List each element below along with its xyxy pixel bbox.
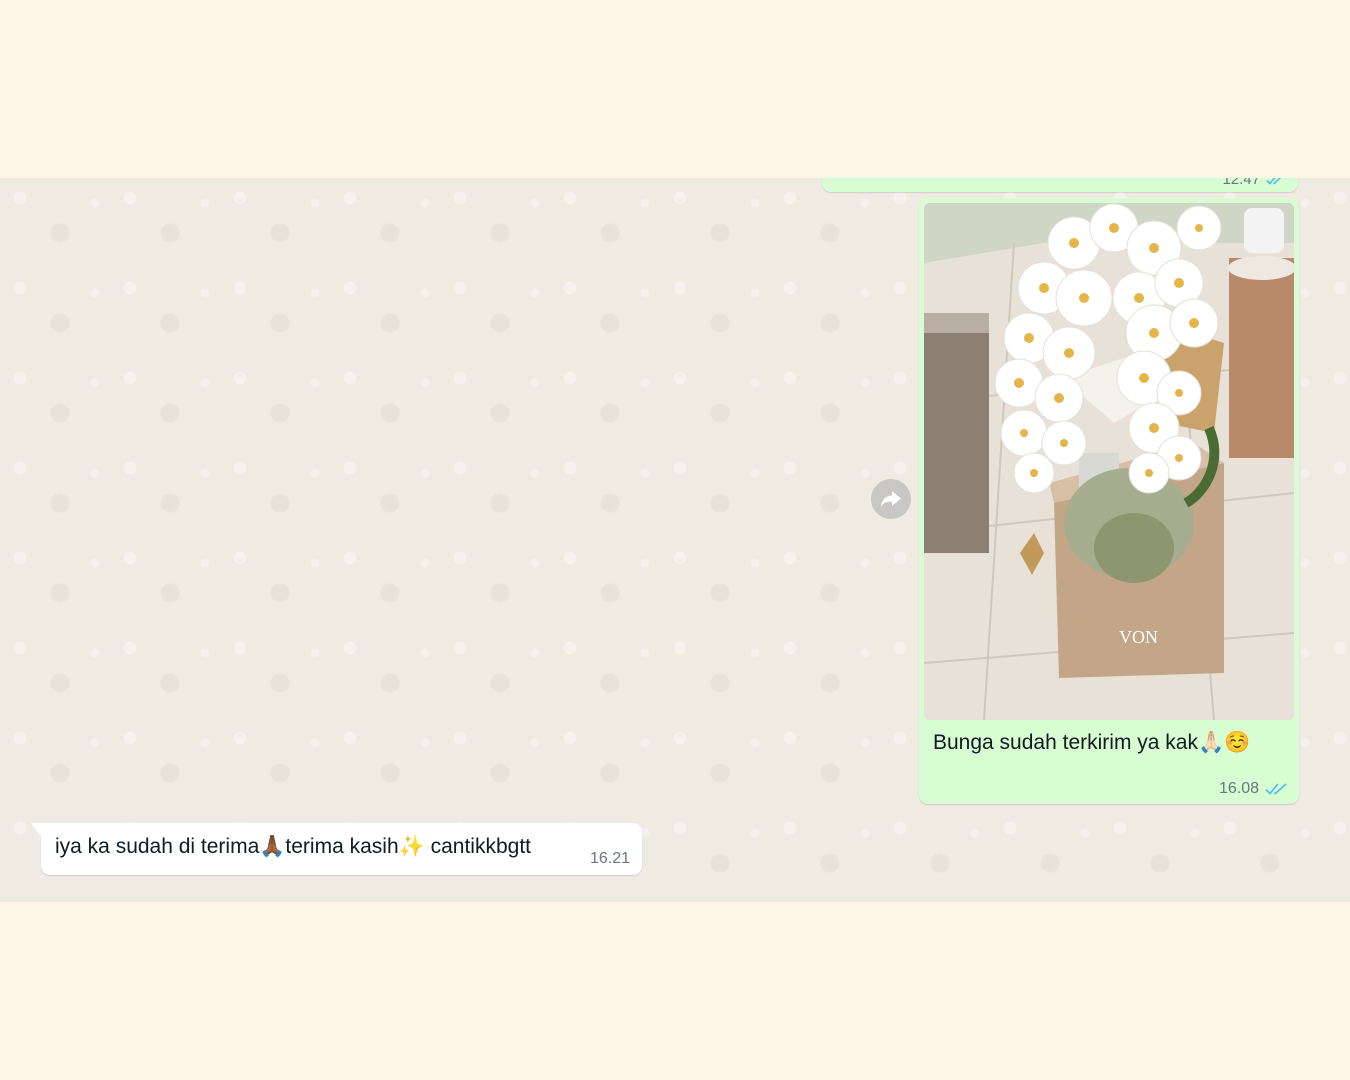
outgoing-photo-message[interactable]: VON Bunga sudah terkirim ya kak🙏🏻☺️ 16.0… <box>919 198 1299 804</box>
photo-caption: Bunga sudah terkirim ya kak🙏🏻☺️ <box>933 731 1251 754</box>
box-label: VON <box>1119 627 1158 647</box>
previous-message-time: 12.47 <box>1222 178 1260 188</box>
bubble-tail <box>31 823 41 837</box>
read-receipt-icon <box>1265 782 1287 796</box>
screenshot-frame: 12.47 VON Bunga sudah terkirim ya kak🙏🏻☺… <box>0 0 1350 1080</box>
previous-outgoing-message[interactable]: 12.47 <box>822 178 1298 192</box>
outgoing-message-meta: 16.08 <box>1219 780 1287 798</box>
incoming-message-time: 16.21 <box>589 850 630 867</box>
previous-message-meta: 12.47 <box>1222 178 1284 188</box>
incoming-message[interactable]: iya ka sudah di terima🙏🏾terima kasih✨ ca… <box>31 823 642 875</box>
incoming-message-text: iya ka sudah di terima🙏🏾terima kasih✨ ca… <box>55 835 531 858</box>
forward-icon[interactable] <box>871 479 911 519</box>
orchid-photo[interactable]: VON <box>924 203 1294 720</box>
chat-area[interactable]: 12.47 VON Bunga sudah terkirim ya kak🙏🏻☺… <box>0 178 1350 902</box>
outgoing-message-time: 16.08 <box>1218 780 1259 797</box>
read-receipt-icon <box>1266 178 1284 186</box>
